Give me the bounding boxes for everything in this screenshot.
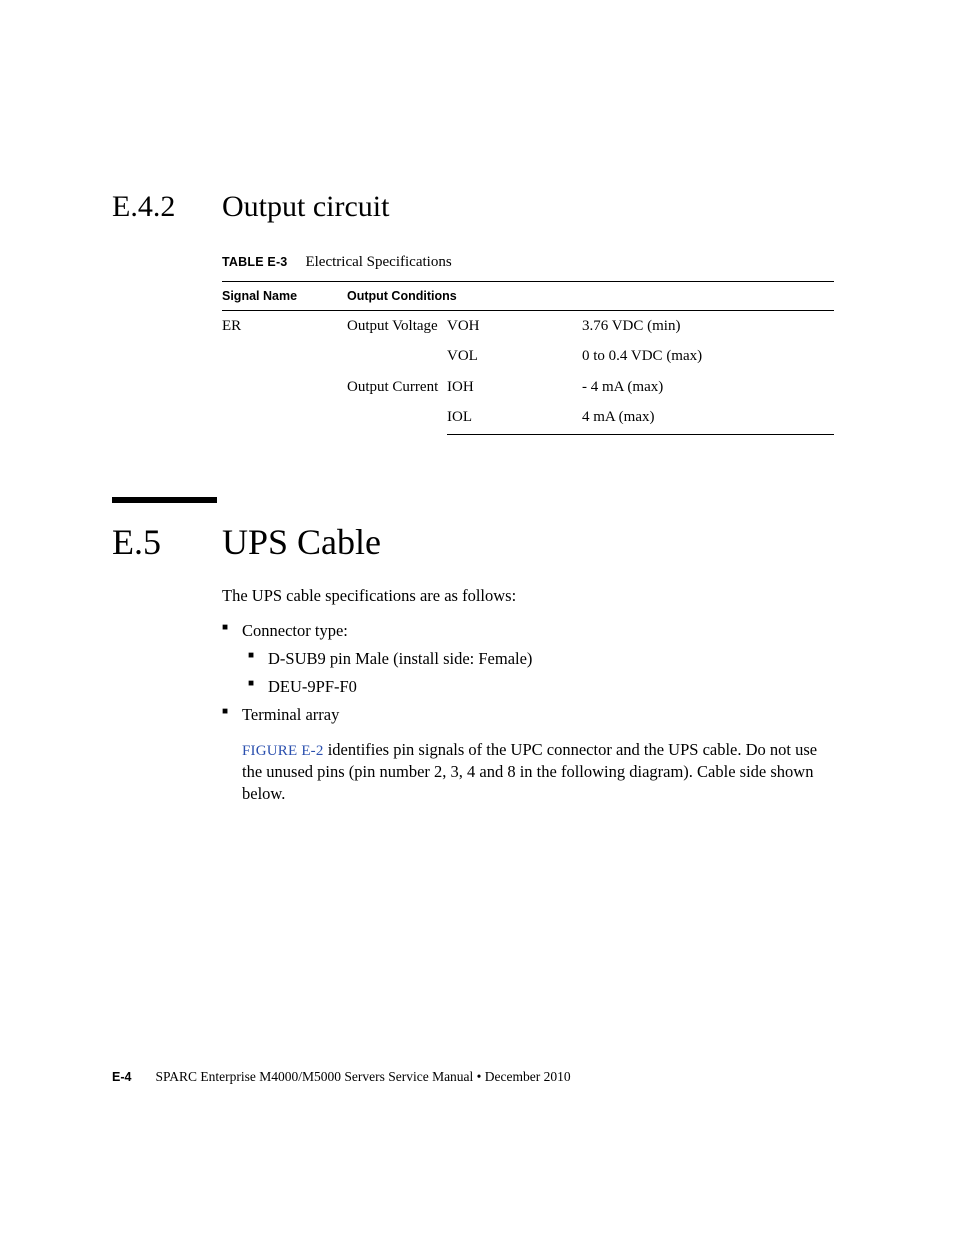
section-number: E.5 (112, 521, 222, 563)
list-item-text: D-SUB9 pin Male (install side: Female) (268, 649, 532, 668)
subsection-heading: E.4.2 Output circuit (112, 190, 834, 224)
intro-paragraph: The UPS cable specifications are as foll… (222, 585, 834, 607)
footer-text: SPARC Enterprise M4000/M5000 Servers Ser… (155, 1069, 570, 1084)
section-rule (112, 497, 217, 503)
subsection-number: E.4.2 (112, 190, 222, 224)
list-item: Connector type: D-SUB9 pin Male (install… (222, 619, 834, 699)
electrical-spec-table: Signal Name Output Conditions ER Output … (222, 281, 834, 435)
table-caption: TABLE E-3 Electrical Specifications (222, 254, 834, 271)
cell-sym: VOH (447, 311, 582, 342)
subsection-title: Output circuit (222, 190, 389, 224)
table-row: ER Output Voltage VOH 3.76 VDC (min) (222, 311, 834, 342)
cell-sym: IOL (447, 402, 582, 435)
list-item: DEU-9PF-F0 (248, 675, 834, 699)
figure-reference-link[interactable]: FIGURE E-2 (242, 743, 324, 759)
th-output-conditions: Output Conditions (347, 282, 834, 311)
cell-cond-current: Output Current (347, 372, 447, 435)
cell-signal: ER (222, 311, 347, 435)
th-signal-name: Signal Name (222, 282, 347, 311)
section-title: UPS Cable (222, 521, 381, 563)
cell-val: - 4 mA (max) (582, 372, 834, 402)
list-item-text: Terminal array (242, 705, 339, 724)
bullet-list: Connector type: D-SUB9 pin Male (install… (222, 619, 834, 727)
cell-cond-voltage: Output Voltage (347, 311, 447, 372)
page-number: E-4 (112, 1070, 131, 1084)
cell-val: 0 to 0.4 VDC (max) (582, 341, 834, 371)
list-item: Terminal array (222, 703, 834, 727)
cell-val: 4 mA (max) (582, 402, 834, 435)
cell-val: 3.76 VDC (min) (582, 311, 834, 342)
figure-reference-paragraph: FIGURE E-2 identifies pin signals of the… (242, 739, 834, 806)
figure-reference-text: identifies pin signals of the UPC connec… (242, 740, 817, 804)
list-item: D-SUB9 pin Male (install side: Female) (248, 647, 834, 671)
table-caption-label: TABLE E-3 (222, 255, 287, 269)
section-heading: E.5 UPS Cable (112, 521, 834, 563)
list-item-text: DEU-9PF-F0 (268, 677, 357, 696)
list-item-text: Connector type: (242, 621, 348, 640)
page-footer: E-4 SPARC Enterprise M4000/M5000 Servers … (112, 1069, 571, 1085)
cell-sym: VOL (447, 341, 582, 371)
cell-sym: IOH (447, 372, 582, 402)
table-caption-text: Electrical Specifications (305, 254, 451, 270)
